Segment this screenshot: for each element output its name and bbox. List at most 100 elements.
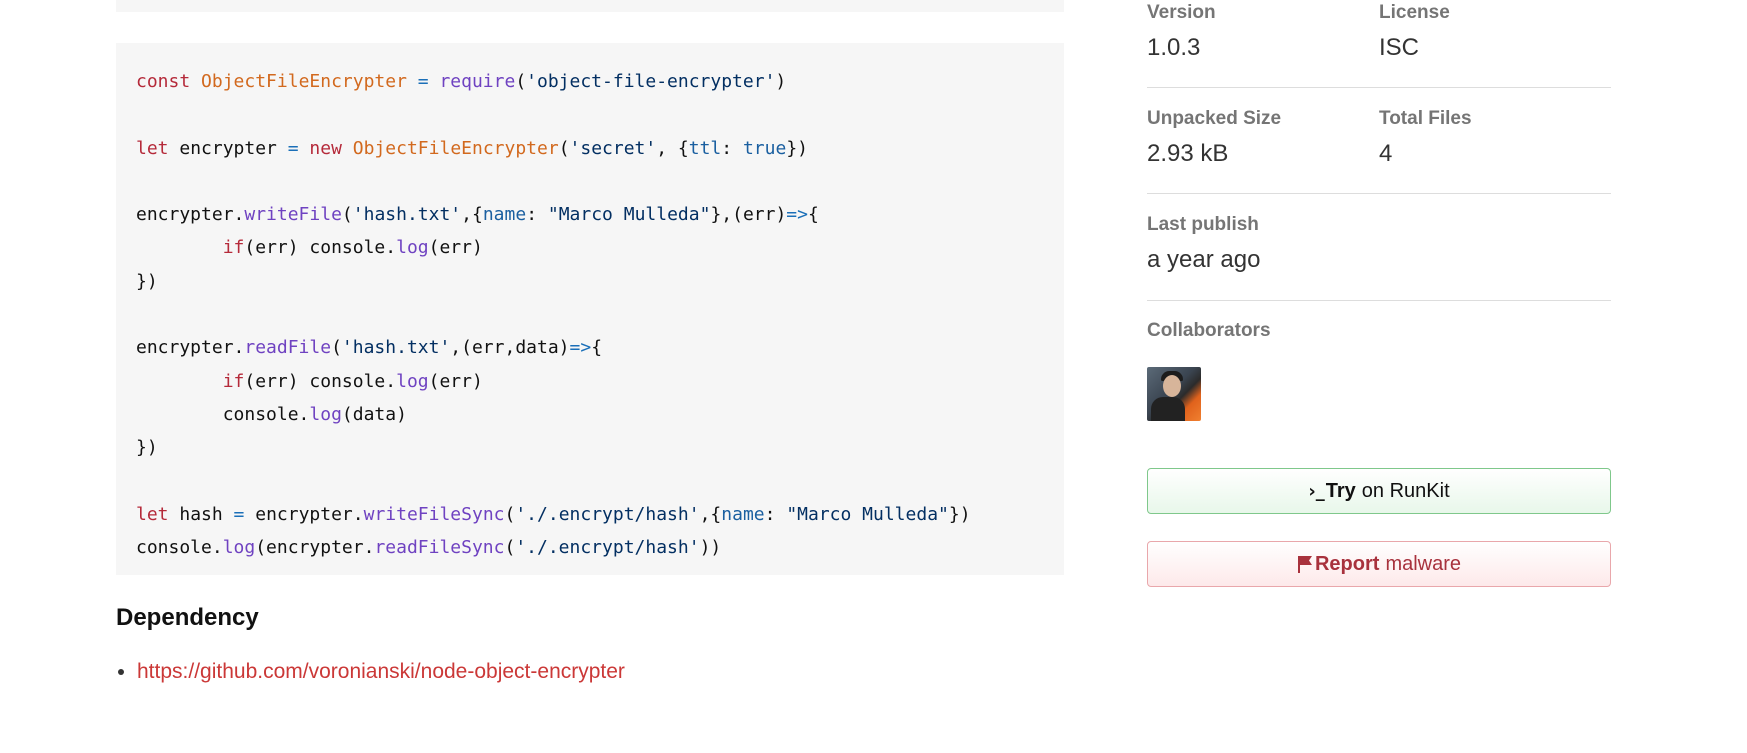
- dependency-heading: Dependency: [116, 604, 259, 631]
- total-files-section: Total Files 4: [1379, 108, 1611, 168]
- code-token: }): [136, 270, 158, 292]
- report-bold-label: Report: [1314, 552, 1380, 575]
- dependency-link[interactable]: https://github.com/voronianski/node-obje…: [137, 660, 625, 684]
- code-token: :: [526, 204, 548, 226]
- code-token: (: [504, 537, 516, 559]
- code-token: =: [287, 137, 310, 159]
- code-token: ObjectFileEncrypter: [352, 137, 559, 159]
- code-token: 'secret': [569, 137, 657, 159]
- code-token: (: [558, 137, 570, 159]
- code-token: encrypter.: [136, 204, 245, 226]
- code-line: console.log(encrypter.readFileSync('./.e…: [136, 531, 1044, 564]
- code-token: {: [807, 204, 819, 226]
- code-token: "Marco Mulleda": [547, 204, 711, 226]
- code-token: :: [764, 503, 787, 525]
- code-token: , {: [656, 137, 689, 159]
- code-token: ,{: [699, 503, 722, 525]
- code-token: }): [786, 137, 808, 159]
- terminal-prompt-icon: ›_: [1308, 480, 1325, 502]
- unpacked-size-value: 2.93 kB: [1147, 140, 1229, 167]
- code-token: ,{: [461, 204, 483, 226]
- code-token: =>: [786, 204, 808, 226]
- runkit-bold-label: Try: [1325, 479, 1356, 502]
- last-publish-label: Last publish: [1147, 214, 1259, 235]
- list-item: https://github.com/voronianski/node-obje…: [116, 660, 625, 684]
- last-publish-section: Last publish a year ago: [1147, 214, 1611, 274]
- last-publish-row: Last publish a year ago: [1147, 214, 1611, 274]
- unpacked-size-label: Unpacked Size: [1147, 108, 1282, 129]
- previous-code-block-end: [116, 0, 1064, 12]
- code-token: (: [504, 503, 516, 525]
- code-token: encrypter.: [255, 503, 364, 525]
- total-files-label: Total Files: [1379, 108, 1472, 129]
- code-token: log: [396, 370, 429, 392]
- code-token: =>: [569, 337, 592, 359]
- code-token: ttl: [688, 137, 722, 159]
- code-token: ): [775, 71, 787, 92]
- code-token: (err): [428, 237, 483, 259]
- code-token: :: [721, 137, 743, 159]
- code-token: (: [515, 71, 527, 92]
- code-token: ,(err,data): [450, 337, 570, 359]
- collaborator-avatar[interactable]: [1147, 367, 1201, 421]
- unpacked-size-section: Unpacked Size 2.93 kB: [1147, 108, 1379, 168]
- code-token: let: [136, 503, 180, 525]
- version-section: Version 1.0.3: [1147, 2, 1379, 62]
- code-line: if(err) console.log(err): [136, 231, 1044, 264]
- code-line: const ObjectFileEncrypter = require('obj…: [136, 65, 1044, 98]
- avatar-body: [1151, 397, 1185, 421]
- try-on-runkit-button[interactable]: ›_ Try on RunKit: [1147, 468, 1611, 514]
- code-token: log: [396, 237, 429, 259]
- code-token: ObjectFileEncrypter: [201, 71, 407, 92]
- code-token: require: [439, 71, 516, 92]
- code-token: },(err): [710, 204, 787, 226]
- dependency-list: https://github.com/voronianski/node-obje…: [116, 660, 625, 684]
- code-token: (: [331, 337, 342, 359]
- code-token: (encrypter.: [255, 537, 375, 559]
- code-token: log: [309, 403, 342, 425]
- code-token: )): [699, 537, 722, 559]
- code-token: const: [136, 71, 202, 92]
- size-files-row: Unpacked Size 2.93 kB Total Files 4: [1147, 108, 1611, 168]
- code-token: let: [136, 137, 180, 159]
- code-token: './.encrypt/hash': [515, 503, 700, 525]
- code-line: }): [136, 265, 1044, 298]
- collaborators-row: Collaborators: [1147, 320, 1271, 342]
- version-value: 1.0.3: [1147, 34, 1201, 61]
- divider: [1147, 193, 1611, 194]
- code-token: true: [742, 137, 787, 159]
- code-token: readFile: [244, 337, 332, 359]
- code-token: (data): [341, 403, 407, 425]
- code-token: new: [309, 137, 353, 159]
- code-token: name: [721, 503, 765, 525]
- collaborators-label: Collaborators: [1147, 320, 1271, 341]
- code-line: let encrypter = new ObjectFileEncrypter(…: [136, 132, 1044, 165]
- code-line: console.log(data): [136, 398, 1044, 431]
- report-malware-button[interactable]: Report malware: [1147, 541, 1611, 587]
- divider: [1147, 87, 1611, 88]
- code-token: name: [482, 204, 527, 226]
- code-token: {: [591, 337, 603, 359]
- code-token: (err) console.: [244, 370, 397, 392]
- code-token: =: [233, 503, 256, 525]
- code-line: encrypter.writeFile('hash.txt',{name: "M…: [136, 198, 1044, 231]
- last-publish-value: a year ago: [1147, 246, 1261, 273]
- code-token: "Marco Mulleda": [786, 503, 949, 525]
- code-token: encrypter: [179, 137, 288, 159]
- code-token: 'hash.txt': [352, 204, 462, 226]
- divider: [1147, 300, 1611, 301]
- code-token: console.: [136, 403, 310, 425]
- runkit-label: on RunKit: [1361, 479, 1450, 502]
- code-block: const ObjectFileEncrypter = require('obj…: [116, 43, 1064, 575]
- code-token: 'hash.txt': [341, 337, 451, 359]
- code-token: }): [136, 437, 158, 459]
- license-label: License: [1379, 2, 1450, 23]
- avatar-face: [1163, 375, 1181, 397]
- code-token: (err): [428, 370, 483, 392]
- code-token: (err) console.: [244, 237, 397, 259]
